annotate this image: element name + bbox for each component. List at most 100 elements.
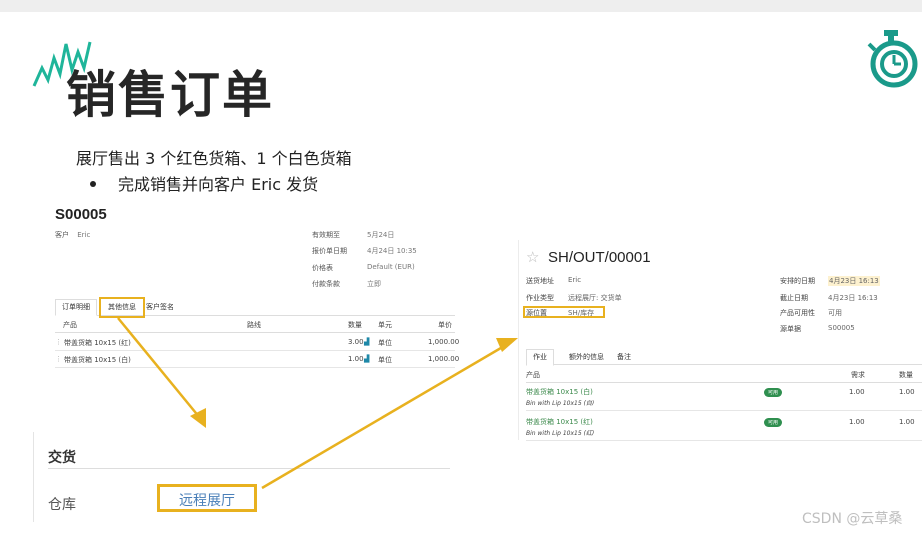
top-strip [0,0,922,12]
availability-badge: 可用 [764,418,783,427]
slide-bullet: 完成销售并向客户 Eric 发货 [90,171,318,195]
availability-field: 产品可用性 可用 [780,308,842,318]
tab-customer-signature[interactable]: 客户签名 [139,299,181,316]
row-demand: 1.00 [849,418,865,426]
row-quantity: 1.00 [899,388,915,396]
col-demand: 需求 [851,371,865,379]
pricelist-field: 价格表 Default (EUR) [312,263,415,273]
row-product[interactable]: 带盖货箱 10x15 (红) [526,417,593,427]
section-border [33,432,34,522]
col-quantity: 数量 [348,321,362,329]
bullet-dot [90,180,96,187]
operation-type-label: 作业类型 [526,294,554,302]
quote-date-value[interactable]: 4月24日 10:35 [367,246,417,256]
delivery-address-label: 送货地址 [526,277,554,285]
validity-label: 有效期至 [312,231,340,239]
picking-reference: SH/OUT/00001 [548,249,651,266]
payment-terms-label: 付款条款 [312,280,340,288]
order-tabs: 订单明细 其他信息 客户签名 [55,297,455,318]
row-quantity: 1.00 [348,355,364,363]
arrowhead-up-icon [496,338,518,352]
forecast-chart-icon[interactable]: ▟ [364,338,369,346]
tab-extra-info[interactable]: 额外的信息 [562,349,611,366]
tab-order-lines[interactable]: 订单明细 [55,299,97,316]
availability-value: 可用 [828,309,842,317]
customer-label: 客户 [55,231,69,239]
panel-border [518,240,519,440]
row-quantity: 1.00 [899,418,915,426]
operations-header: 产品 需求 数量 [526,368,922,383]
payment-terms-value[interactable]: 立即 [367,279,381,289]
deadline-value[interactable]: 4月23日 16:13 [828,293,878,303]
source-location-field: 源位置 SH/库存 [526,308,594,318]
delivery-address-value[interactable]: Eric [568,276,581,284]
order-reference: S00005 [55,206,107,223]
scheduled-date-field: 安排的日期 4月23日 16:13 [780,276,880,286]
table-row[interactable]: ⋮⋮ 带盖货箱 10x15 (白) 1.00 ▟ 单位 1,000.00 [55,351,459,368]
pricelist-value[interactable]: Default (EUR) [367,263,415,271]
quote-date-label: 报价单日期 [312,247,347,255]
row-product: 带盖货箱 10x15 (红) [64,339,131,347]
col-unit: 单元 [378,321,392,329]
pricelist-label: 价格表 [312,264,333,272]
source-location-value[interactable]: SH/库存 [568,308,594,318]
payment-terms-field: 付款条款 立即 [312,279,381,289]
stopwatch-logo-icon [867,30,918,88]
sales-order-form: S00005 客户 Eric 有效期至 5月24日 报价单日期 4月24日 10… [50,200,460,370]
table-row[interactable]: 带盖货箱 10x15 (红) Bin with Lip 10x15 (红) 可用… [526,414,922,441]
delivery-heading: 交货 [48,450,76,466]
validity-field: 有效期至 5月24日 [312,230,394,240]
col-unit-price: 单价 [438,321,452,329]
divider [48,468,450,469]
availability-badge: 可用 [764,388,783,397]
bullet-text: 完成销售并向客户 Eric 发货 [118,175,319,194]
source-document-value[interactable]: S00005 [828,324,855,332]
tab-other-info[interactable]: 其他信息 [99,297,145,318]
source-location-label: 源位置 [526,309,547,317]
slide-description: 展厅售出 3 个红色货箱、1 个白色货箱 [76,149,352,168]
arrowhead-down-icon [190,408,206,428]
delivery-section: 交货 仓库 远程展厅 [33,432,453,522]
scheduled-date-label: 安排的日期 [780,277,815,285]
quote-date-field: 报价单日期 4月24日 10:35 [312,246,417,256]
source-document-field: 源单据 S00005 [780,324,855,334]
source-document-label: 源单据 [780,325,801,333]
row-description: Bin with Lip 10x15 (白) [526,400,595,407]
slide-title: 销售订单 [66,66,274,124]
row-product[interactable]: 带盖货箱 10x15 (白) [526,387,593,397]
row-demand: 1.00 [849,388,865,396]
row-quantity: 3.00 [348,338,364,346]
picking-tabs: 作业 额外的信息 备注 [526,349,922,366]
warehouse-label: 仓库 [48,497,76,513]
col-product: 产品 [63,321,77,329]
col-route: 路线 [247,321,261,329]
operation-type-value[interactable]: 远程展厅: 交货单 [568,293,622,303]
watermark: CSDN @云草桑 [802,511,903,527]
table-row[interactable]: ⋮⋮ 带盖货箱 10x15 (红) 3.00 ▟ 单位 1,000.00 [55,334,459,351]
customer-value[interactable]: Eric [77,231,90,239]
validity-value[interactable]: 5月24日 [367,230,394,240]
row-product: 带盖货箱 10x15 (白) [64,356,131,364]
deadline-field: 截止日期 4月23日 16:13 [780,293,878,303]
availability-label: 产品可用性 [780,309,815,317]
tab-notes[interactable]: 备注 [610,349,638,366]
deadline-label: 截止日期 [780,294,808,302]
order-lines-header: 产品 路线 数量 单元 单价 [55,318,455,333]
forecast-chart-icon[interactable]: ▟ [364,355,369,363]
delivery-order-form: ☆ SH/OUT/00001 送货地址 Eric 作业类型 远程展厅: 交货单 … [518,240,922,441]
col-quantity: 数量 [899,371,913,379]
col-product: 产品 [526,371,540,379]
warehouse-value[interactable]: 远程展厅 [157,484,257,512]
customer-field: 客户 Eric [55,230,90,240]
row-unit: 单位 [378,339,392,347]
scheduled-date-value[interactable]: 4月23日 16:13 [828,276,880,286]
star-icon[interactable]: ☆ [526,248,539,266]
row-price: 1,000.00 [428,355,460,363]
tab-operations[interactable]: 作业 [526,349,554,366]
table-row[interactable]: 带盖货箱 10x15 (白) Bin with Lip 10x15 (白) 可用… [526,384,922,411]
operation-type-field: 作业类型 远程展厅: 交货单 [526,293,622,303]
row-unit: 单位 [378,356,392,364]
row-price: 1,000.00 [428,338,460,346]
delivery-address-field: 送货地址 Eric [526,276,581,286]
row-description: Bin with Lip 10x15 (红) [526,430,595,437]
